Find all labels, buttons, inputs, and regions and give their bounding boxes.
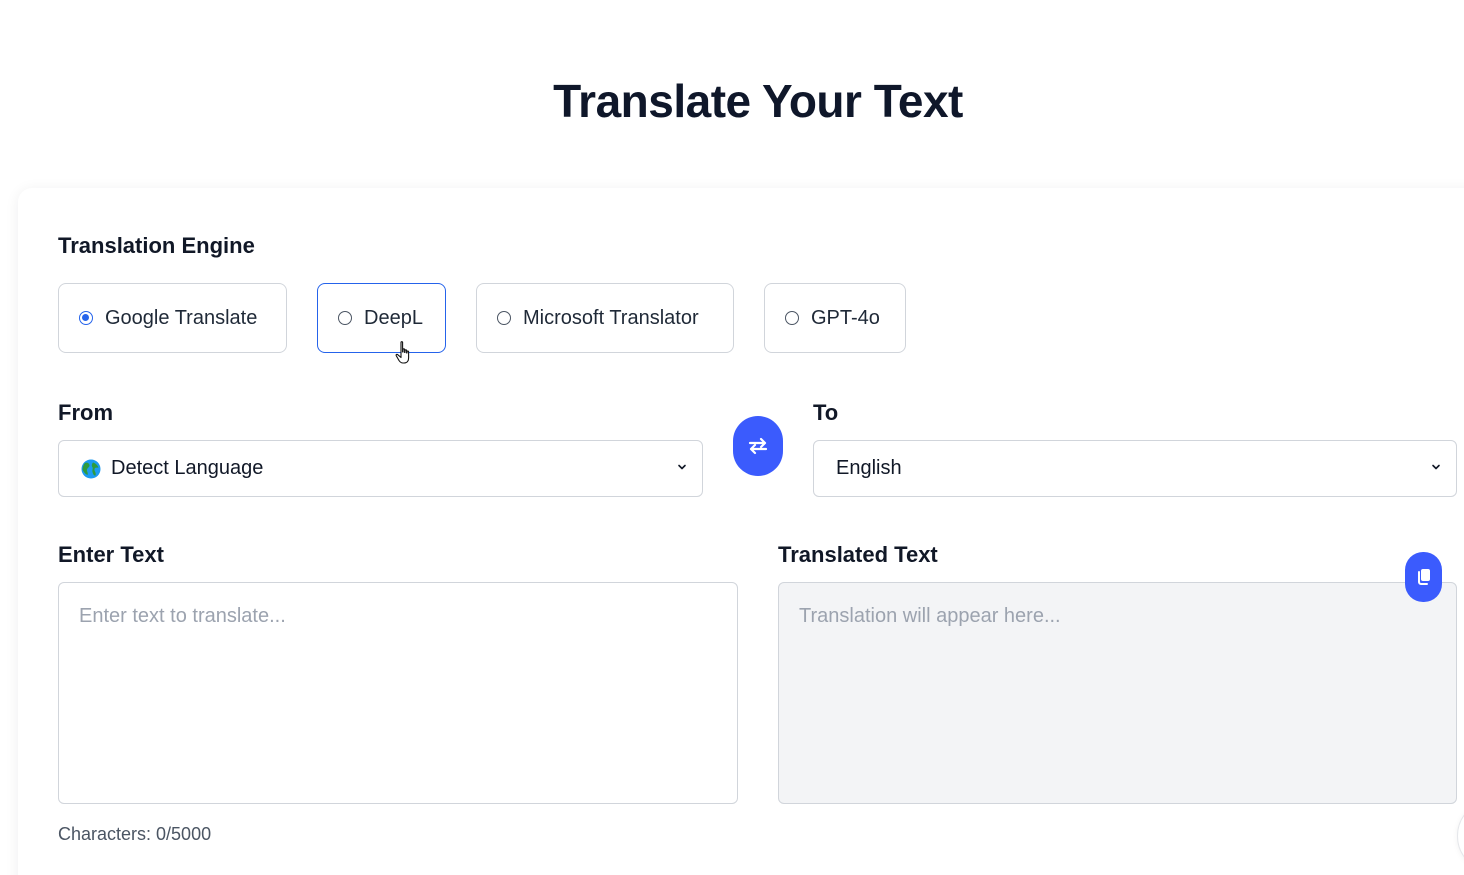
- globe-icon: [81, 459, 101, 478]
- engine-option-deepl[interactable]: DeepL: [317, 283, 446, 353]
- source-text-input[interactable]: [58, 582, 738, 804]
- engine-option-label: DeepL: [364, 306, 423, 329]
- swap-arrows-icon: [748, 437, 768, 455]
- engine-option-google-translate[interactable]: Google Translate: [58, 283, 287, 353]
- radio-gpt-4o[interactable]: [785, 311, 799, 325]
- radio-microsoft-translator[interactable]: [497, 311, 511, 325]
- translated-text-placeholder: Translation will appear here...: [799, 605, 1061, 627]
- from-label: From: [58, 400, 113, 425]
- engine-option-microsoft-translator[interactable]: Microsoft Translator: [476, 283, 734, 353]
- to-language-value: English: [836, 457, 902, 479]
- engine-option-gpt-4o[interactable]: GPT-4o: [764, 283, 906, 353]
- translated-text-output[interactable]: Translation will appear here...: [778, 582, 1457, 804]
- engine-option-label: GPT-4o: [811, 306, 880, 329]
- from-language-value: Detect Language: [111, 457, 264, 479]
- from-language-select[interactable]: Detect Language: [58, 440, 703, 497]
- to-language-select[interactable]: English: [813, 440, 1457, 497]
- to-label: To: [813, 400, 839, 425]
- chevron-down-icon: [1432, 464, 1440, 470]
- character-count: Characters: 0/5000: [58, 824, 212, 844]
- copy-button[interactable]: [1405, 552, 1442, 602]
- translator-page: Translate Your Text Translation Engine G…: [0, 0, 1464, 875]
- copy-icon: [1417, 569, 1430, 585]
- page-title: Translate Your Text: [553, 75, 963, 127]
- chevron-down-icon: [678, 464, 686, 470]
- swap-languages-button[interactable]: [733, 416, 783, 476]
- engine-option-label: Google Translate: [105, 306, 258, 329]
- engine-section-label: Translation Engine: [58, 233, 255, 258]
- radio-deepl[interactable]: [338, 311, 352, 325]
- translated-text-label: Translated Text: [778, 542, 938, 567]
- enter-text-label: Enter Text: [58, 542, 164, 567]
- radio-google-translate[interactable]: [79, 311, 93, 325]
- engine-option-label: Microsoft Translator: [523, 306, 699, 329]
